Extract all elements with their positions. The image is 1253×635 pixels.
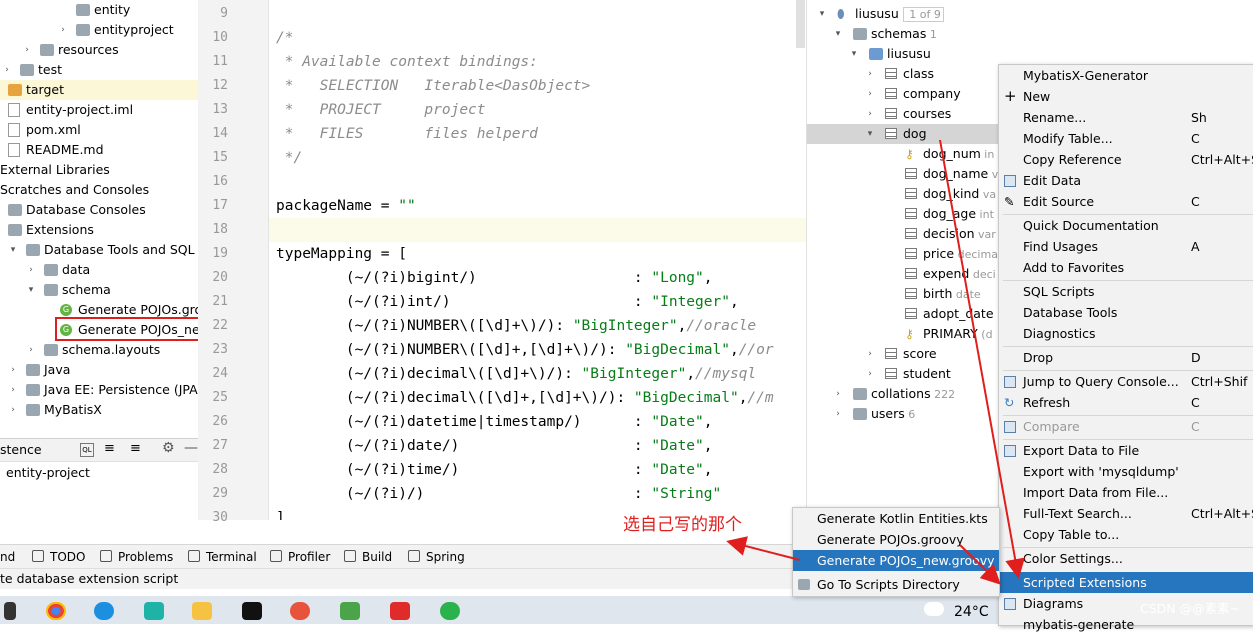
arrow-to-scripted xyxy=(939,139,1026,579)
watermark: CSDN @@素素~ xyxy=(1140,601,1241,616)
arrow-to-annotation xyxy=(726,536,801,561)
arrow-to-submenu xyxy=(959,544,1001,585)
annotation-text: 选自己写的那个 xyxy=(623,515,742,535)
